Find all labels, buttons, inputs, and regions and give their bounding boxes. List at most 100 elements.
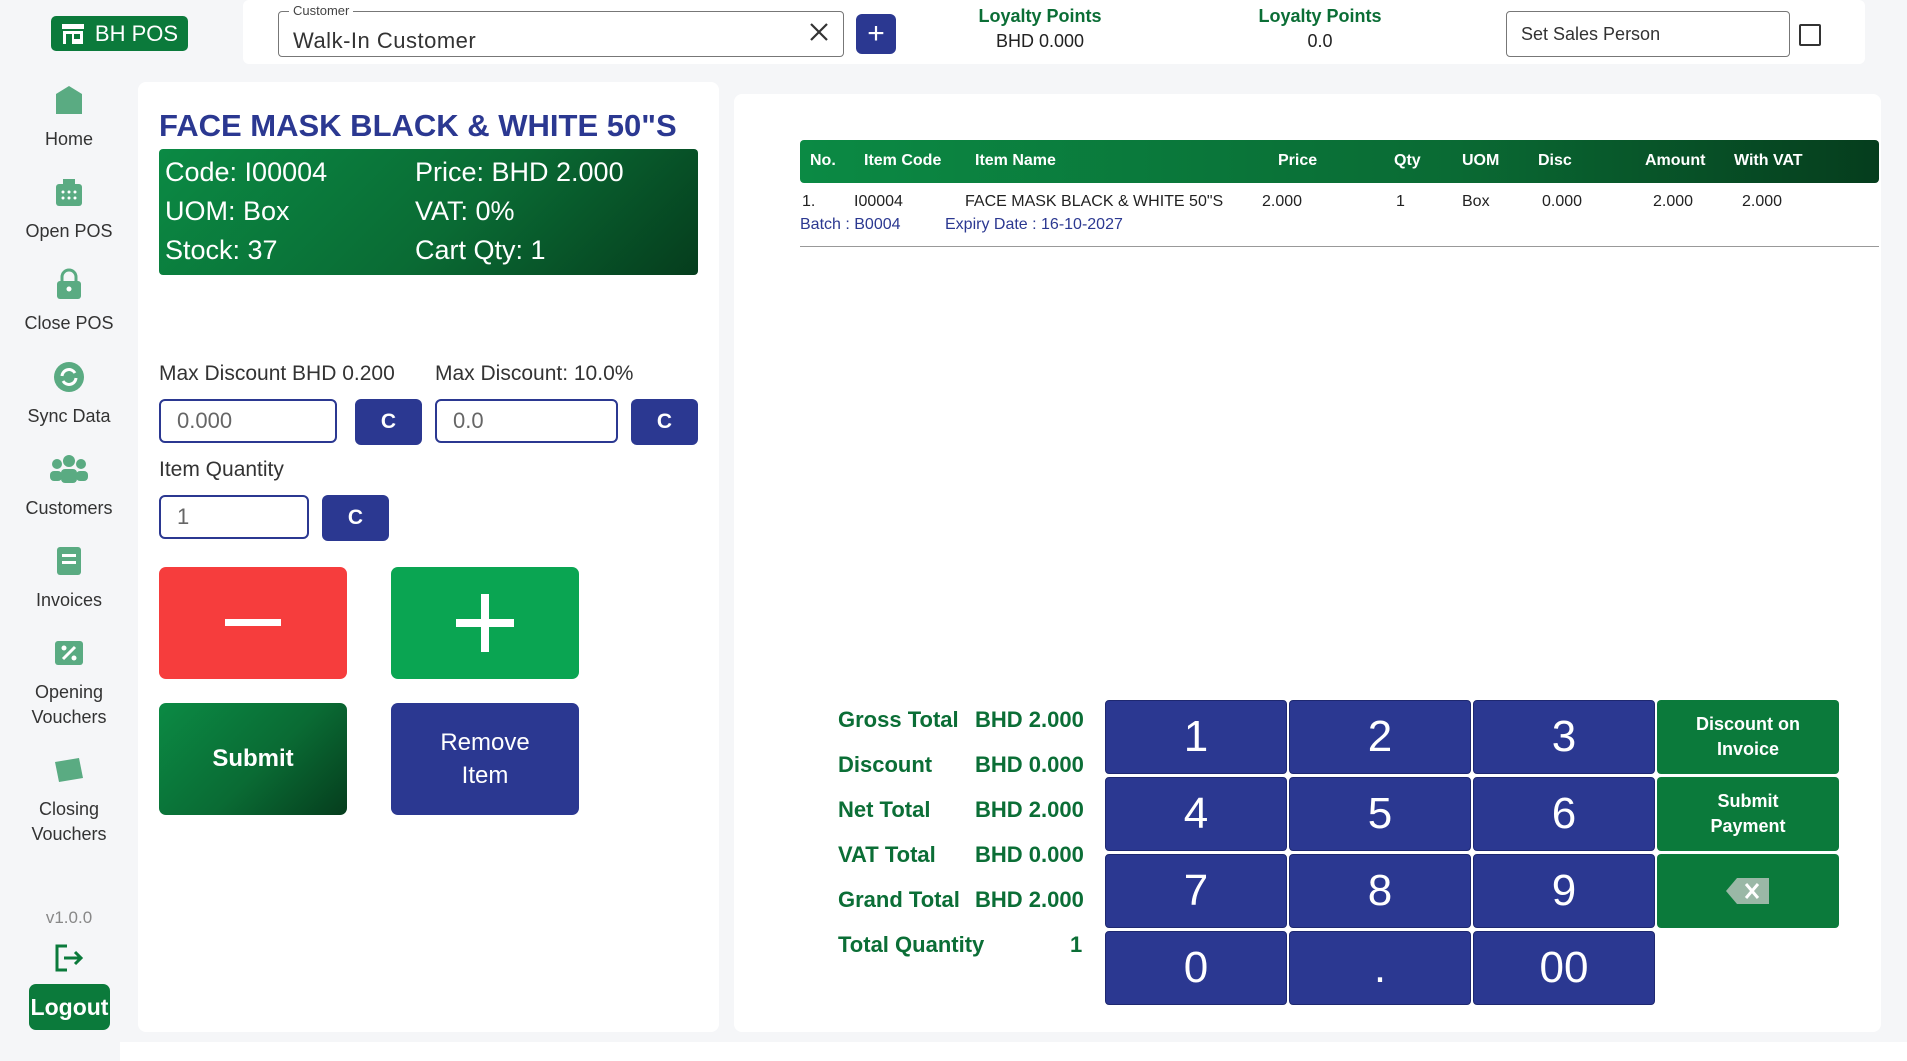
sidebar-item-opening-vouchers[interactable]: Opening Vouchers [0,637,138,730]
sidebar-item-label: Opening Vouchers [31,682,107,727]
submit-button[interactable]: Submit [159,703,347,815]
lock-icon [57,268,81,299]
row-item-name: FACE MASK BLACK & WHITE 50"S [965,193,1224,210]
cart-table-header: No. Item Code Item Name Price Qty UOM Di… [800,140,1879,183]
sidebar-item-customers[interactable]: Customers [0,453,138,521]
backspace-icon [1726,878,1769,904]
clear-discount-amount-button[interactable]: C [355,399,422,445]
product-uom: UOM: Box [165,196,290,226]
discount-on-invoice-button[interactable]: Discount on Invoice [1657,700,1839,774]
loyalty-title: Loyalty Points [978,6,1102,26]
product-stock: Stock: 37 [165,235,278,265]
clear-quantity-button[interactable]: C [322,495,389,541]
max-discount-percent-label: Max Discount: 10.0% [435,362,634,385]
keypad-key-6[interactable]: 6 [1473,777,1655,851]
keypad-key-4[interactable]: 4 [1105,777,1287,851]
sidebar: BH POS Home Open POS Close POS Sync Data… [0,0,188,1061]
keypad-key-8[interactable]: 8 [1289,854,1471,928]
clear-discount-percent-button[interactable]: C [631,399,698,445]
backspace-button[interactable] [1657,854,1839,928]
row-no: 1. [802,193,816,210]
col-amount: Amount [1645,152,1706,169]
sidebar-item-home[interactable]: Home [0,84,138,152]
loyalty-points-count: Loyalty Points 0.0 [1245,4,1395,54]
total-quantity-label: Total Quantity [838,932,985,957]
sync-icon [54,362,84,392]
discount-total-label: Discount [838,752,933,777]
grand-total-label: Grand Total [838,887,960,912]
sidebar-item-label: Close POS [24,313,114,333]
app-version: v1.0.0 [45,908,93,927]
gross-total-value: BHD 2.000 [975,707,1084,732]
max-discount-amount-label: Max Discount BHD 0.200 [159,362,395,385]
home-icon [56,86,82,114]
customer-field[interactable]: Customer Walk-In Customer [278,3,844,57]
sidebar-item-label: Invoices [35,590,103,610]
product-cart-qty: Cart Qty: 1 [415,235,546,265]
submit-payment-button[interactable]: Submit Payment [1657,777,1839,851]
row-item-code: I00004 [854,193,903,210]
sidebar-item-label: Home [44,129,93,149]
close-icon[interactable] [807,20,831,44]
keypad-key-1[interactable]: 1 [1105,700,1287,774]
product-price: Price: BHD 2.000 [415,157,624,187]
sales-person-field[interactable]: Set Sales Person [1506,11,1790,57]
row-amount: 2.000 [1653,193,1694,210]
col-item-code: Item Code [864,152,942,169]
grand-total-value: BHD 2.000 [975,887,1084,912]
add-customer-button[interactable]: + [856,14,896,54]
keypad-key-3[interactable]: 3 [1473,700,1655,774]
loyalty-value: 0.0 [1307,31,1333,51]
item-quantity-label: Item Quantity [159,458,284,481]
row-qty: 1 [1396,193,1405,210]
col-no: No. [810,152,836,169]
increase-quantity-button[interactable] [391,567,579,679]
brand-logo: BH POS [51,16,188,51]
sidebar-item-sync-data[interactable]: Sync Data [0,361,138,429]
gross-total-label: Gross Total [838,707,959,732]
sales-person-checkbox[interactable] [1799,24,1821,46]
sidebar-item-open-pos[interactable]: Open POS [0,176,138,244]
col-uom: UOM [1462,152,1500,169]
users-icon [50,455,88,483]
logout-button[interactable]: Logout [29,984,110,1030]
sidebar-item-closing-vouchers[interactable]: Closing Vouchers [0,754,138,847]
table-row[interactable]: 1. I00004 FACE MASK BLACK & WHITE 50"S 2… [800,190,1879,247]
invoice-icon [57,547,81,575]
decrease-quantity-button[interactable] [159,567,347,679]
loyalty-value: BHD 0.000 [995,31,1085,51]
keypad-key-00[interactable]: 00 [1473,931,1655,1005]
loyalty-points-amount: Loyalty Points BHD 0.000 [965,4,1115,54]
discount-percent-input[interactable]: 0.0 [435,399,618,443]
row-with-vat: 2.000 [1742,193,1783,210]
row-uom: Box [1462,193,1490,210]
customer-value: Walk-In Customer [293,28,477,53]
sidebar-item-close-pos[interactable]: Close POS [0,268,138,336]
col-with-vat: With VAT [1734,152,1803,169]
product-vat: VAT: 0% [415,196,515,226]
col-price: Price [1278,152,1318,169]
col-item-name: Item Name [975,152,1056,169]
bottom-strip [120,1042,1907,1061]
minus-icon [225,619,281,626]
sidebar-item-label: Customers [25,498,113,518]
sidebar-item-label: Closing Vouchers [31,799,107,844]
product-code: Code: I00004 [165,157,328,187]
col-qty: Qty [1394,152,1421,169]
row-expiry: Expiry Date : 16-10-2027 [945,216,1123,233]
keypad-key-7[interactable]: 7 [1105,854,1287,928]
cash-register-icon [56,179,82,206]
keypad-key-dot[interactable]: . [1289,931,1471,1005]
sales-person-placeholder: Set Sales Person [1521,24,1661,44]
logout-icon[interactable] [53,942,85,974]
keypad-key-5[interactable]: 5 [1289,777,1471,851]
discount-amount-input[interactable]: 0.000 [159,399,337,443]
keypad-key-0[interactable]: 0 [1105,931,1287,1005]
keypad-key-9[interactable]: 9 [1473,854,1655,928]
remove-item-button[interactable]: Remove Item [391,703,579,815]
item-quantity-input[interactable]: 1 [159,495,309,539]
keypad-key-2[interactable]: 2 [1289,700,1471,774]
voucher-percent-icon [55,641,83,665]
net-total-value: BHD 2.000 [975,797,1084,822]
sidebar-item-invoices[interactable]: Invoices [0,545,138,613]
